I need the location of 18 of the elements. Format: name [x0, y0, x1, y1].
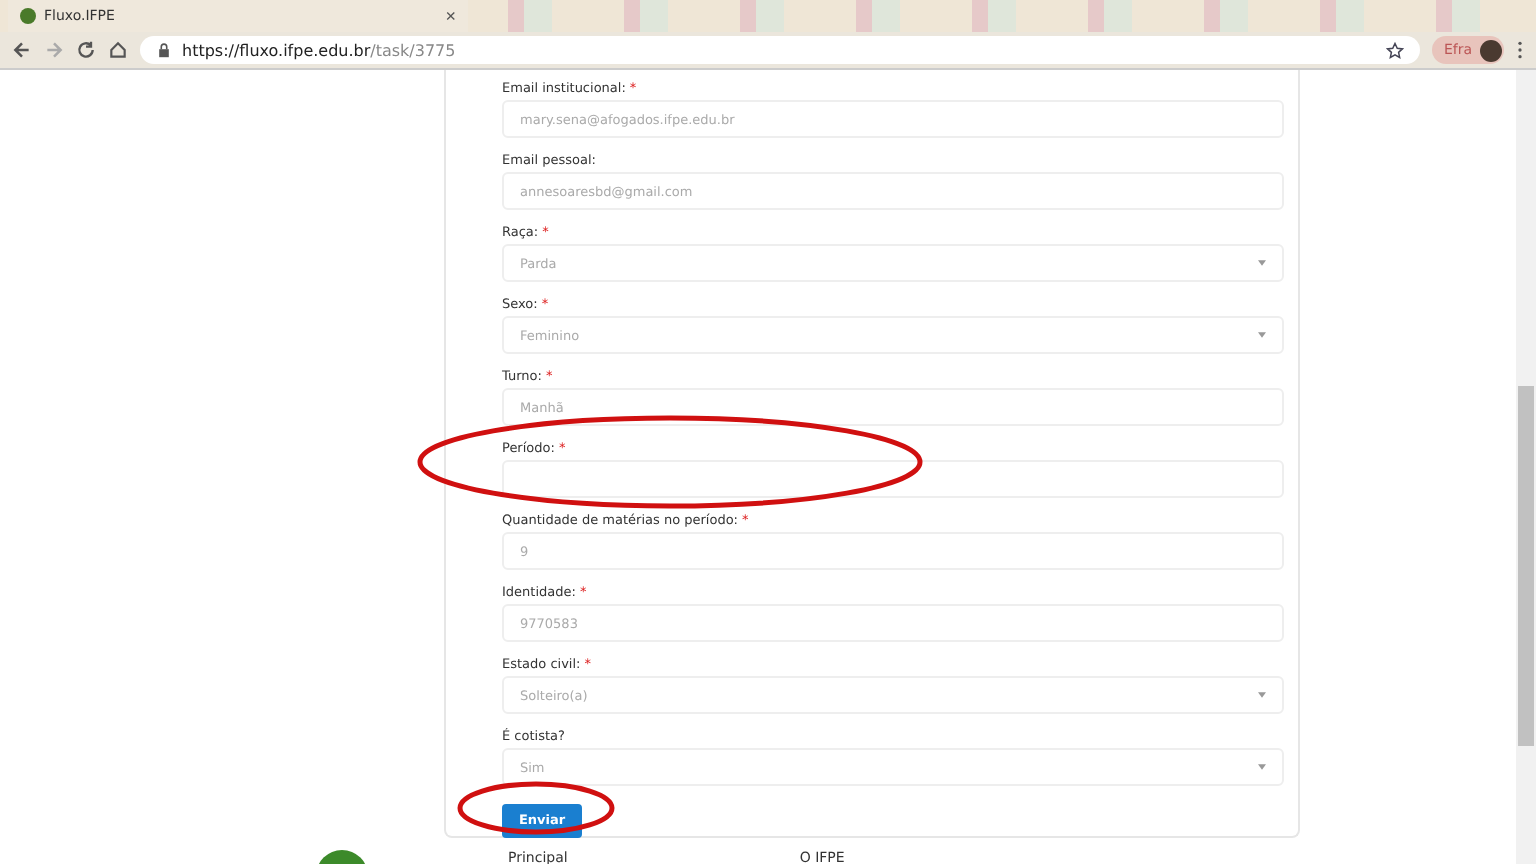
caret-icon	[1258, 260, 1266, 266]
avatar-icon	[1480, 39, 1502, 61]
reload-icon[interactable]	[76, 40, 96, 60]
scrollbar[interactable]	[1516, 70, 1536, 864]
back-arrow-icon[interactable]	[12, 40, 32, 60]
menu-icon[interactable]	[1516, 40, 1524, 60]
home-icon[interactable]	[108, 40, 128, 60]
caret-icon	[1258, 332, 1266, 338]
lock-icon	[156, 42, 172, 58]
site-favicon-icon	[20, 8, 36, 24]
caret-icon	[1258, 692, 1266, 698]
scrollbar-thumb[interactable]	[1518, 386, 1534, 746]
close-tab-button[interactable]: ×	[445, 6, 456, 26]
url-text: https://fluxo.ifpe.edu.br/task/3775	[182, 41, 458, 59]
input-field[interactable]	[502, 460, 1284, 498]
caret-icon	[1258, 764, 1266, 770]
star-icon[interactable]	[1385, 41, 1404, 59]
address-bar[interactable]: https://fluxo.ifpe.edu.br/task/3775	[140, 36, 1420, 64]
